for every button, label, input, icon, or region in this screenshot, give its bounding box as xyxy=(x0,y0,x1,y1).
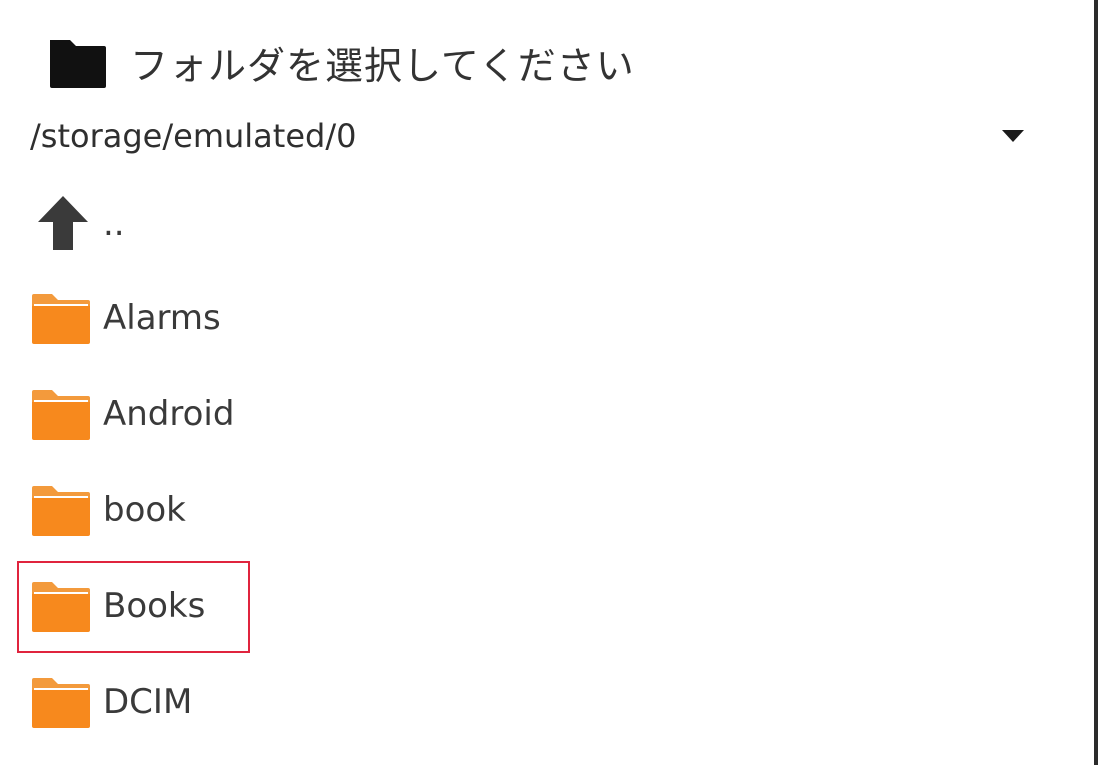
list-item-label: Alarms xyxy=(103,298,221,338)
folder-icon xyxy=(32,486,90,536)
current-path: /storage/emulated/0 xyxy=(30,117,357,155)
chevron-down-icon[interactable] xyxy=(1002,130,1024,142)
folder-icon xyxy=(32,390,90,440)
list-item-label: .. xyxy=(103,204,125,244)
list-item-parent[interactable]: .. xyxy=(0,176,1000,272)
list-item-label: book xyxy=(103,490,186,530)
list-item-android[interactable]: Android xyxy=(0,368,1000,464)
folder-icon xyxy=(32,294,90,344)
dialog-title: フォルダを選択してください xyxy=(130,43,635,88)
folder-icon xyxy=(32,582,90,632)
list-item-book[interactable]: book xyxy=(0,464,1000,560)
list-item-alarms[interactable]: Alarms xyxy=(0,272,1000,368)
list-item-dcim[interactable]: DCIM xyxy=(0,656,1000,752)
list-item-label: Android xyxy=(103,394,235,434)
dialog-header: フォルダを選択してください xyxy=(48,34,635,90)
path-dropdown[interactable]: /storage/emulated/0 xyxy=(30,110,1040,162)
folder-picker-dialog: フォルダを選択してください /storage/emulated/0 .. Ala… xyxy=(0,0,1094,765)
list-item-label: Books xyxy=(103,586,206,626)
list-item-books[interactable]: Books xyxy=(0,560,1000,656)
arrow-up-icon xyxy=(38,196,88,250)
window-edge xyxy=(1094,0,1098,765)
list-item-label: DCIM xyxy=(103,682,193,722)
folder-icon xyxy=(32,678,90,728)
folder-icon xyxy=(50,40,106,88)
